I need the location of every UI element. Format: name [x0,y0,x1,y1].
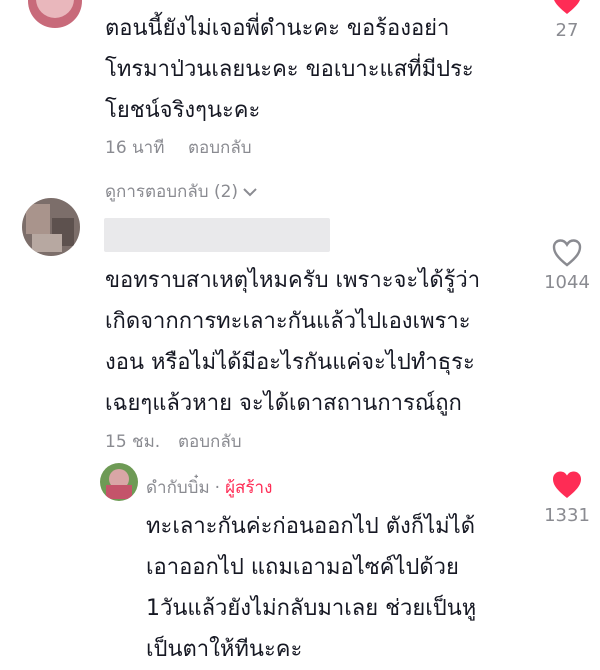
comment-line: เกิดจากการทะเลาะกันแล้วไปเองเพราะ [105,309,471,334]
like-count: 1331 [544,505,590,526]
comment-line: เป็นตาให้ทีนะคะ [146,637,303,662]
avatar[interactable] [100,463,138,501]
avatar[interactable] [22,198,80,256]
view-replies-button[interactable]: ดูการตอบกลับ (2) [105,178,258,205]
comment-line: 1วันแล้วยังไม่กลับมาเลย ช่วยเป็นหู [146,596,477,621]
avatar[interactable] [28,0,82,28]
reply-header: ดำกับบิ๋ม · ผู้สร้าง [146,474,272,501]
like-count: 1044 [544,272,590,293]
reply-username[interactable]: ดำกับบิ๋ม [146,474,210,501]
comment-line: ทะเลาะกันค่ะก่อนออกไป ตังก็ไม่ได้ [146,514,475,539]
chevron-down-icon [243,187,257,196]
like-button[interactable] [551,0,583,20]
comment-text: ทะเลาะกันค่ะก่อนออกไป ตังก็ไม่ได้ เอาออก… [146,506,536,670]
like-count: 27 [555,20,579,41]
heart-filled-icon [554,0,580,14]
comment-text: ขอทราบสาเหตุไหมครับ เพราะจะได้รู้ว่า เกิ… [105,260,535,424]
comment-line: ขอทราบสาเหตุไหมครับ เพราะจะได้รู้ว่า [105,268,481,293]
like-button[interactable] [551,470,583,504]
comment-timestamp: 15 ชม. [105,432,161,452]
separator: · [214,477,221,498]
comment-line: เฉยๆแล้วหาย จะได้เดาสถานการณ์ถูก [105,391,462,416]
username-redacted [104,218,330,252]
comment-line: โยชน์จริงๆนะคะ [105,98,261,123]
creator-badge: ผู้สร้าง [225,478,273,498]
comment-timestamp: 16 นาที [105,138,165,158]
reply-button[interactable]: ตอบกลับ [178,428,242,455]
comment-line: งอน หรือไม่ได้มีอะไรกันแค่จะไปทำธุระ [105,350,475,375]
heart-outline-icon [552,239,582,267]
comment-text: ตอนนี้ยังไม่เจอพี่ดำนะคะ ขอร้องอย่า โทรม… [105,8,525,131]
comment-line: ตอนนี้ยังไม่เจอพี่ดำนะคะ ขอร้องอย่า [105,16,450,41]
reply-button[interactable]: ตอบกลับ [188,134,252,161]
heart-filled-icon [553,471,581,498]
like-button[interactable] [551,238,583,272]
comment-line: เอาออกไป แถมเอามอไซค์ไปด้วย [146,555,459,580]
comment-line: โทรมาป่วนเลยนะคะ ขอเบาะแสที่มีประ [105,57,474,82]
view-replies-label: ดูการตอบกลับ (2) [105,182,239,202]
